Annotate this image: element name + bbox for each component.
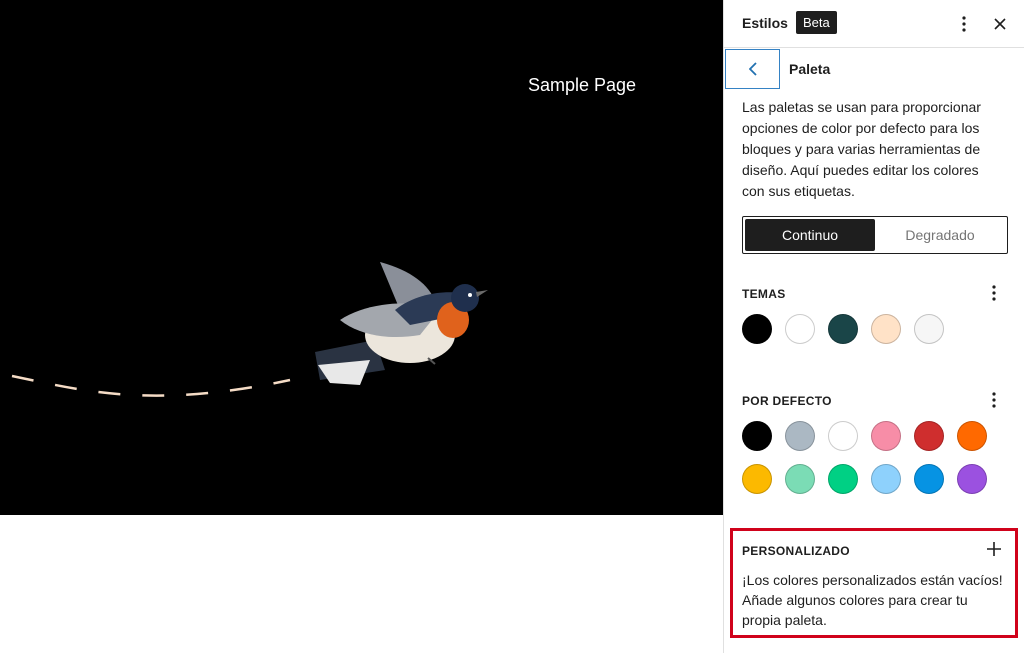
color-swatch[interactable]: [742, 314, 772, 344]
styles-sidebar: Estilos Beta Paleta Las paletas se usan …: [723, 0, 1024, 653]
color-swatch[interactable]: [871, 421, 901, 451]
color-swatch[interactable]: [871, 464, 901, 494]
sidebar-title: Estilos: [742, 15, 788, 31]
custom-section-label: PERSONALIZADO: [742, 544, 850, 558]
close-button[interactable]: [988, 12, 1012, 36]
more-vertical-icon: [962, 16, 966, 32]
nav-link-sample-page[interactable]: Sample Page: [528, 75, 636, 96]
panel-title: Paleta: [789, 61, 831, 77]
color-swatch[interactable]: [828, 464, 858, 494]
color-swatch[interactable]: [828, 421, 858, 451]
theme-section-label: TEMAS: [742, 287, 786, 301]
color-swatch[interactable]: [914, 421, 944, 451]
color-swatch[interactable]: [785, 464, 815, 494]
default-swatches: [742, 421, 987, 494]
color-swatch[interactable]: [742, 464, 772, 494]
theme-swatches: [742, 314, 987, 344]
close-icon: [994, 18, 1006, 30]
color-swatch[interactable]: [742, 421, 772, 451]
tab-solid[interactable]: Continuo: [745, 219, 875, 251]
color-swatch[interactable]: [914, 314, 944, 344]
default-options-button[interactable]: [982, 388, 1006, 412]
cover-block[interactable]: Sample Page: [0, 0, 723, 515]
custom-empty-message: ¡Los colores personalizados están vacíos…: [742, 572, 1003, 628]
more-options-button[interactable]: [952, 12, 976, 36]
theme-options-button[interactable]: [982, 281, 1006, 305]
beta-badge: Beta: [796, 11, 837, 34]
palette-type-toggle: Continuo Degradado: [742, 216, 1008, 254]
more-vertical-icon: [992, 285, 996, 301]
chevron-left-icon: [748, 62, 757, 76]
color-swatch[interactable]: [785, 314, 815, 344]
palette-description: Las paletas se usan para proporcionar op…: [742, 99, 981, 199]
plus-icon: [987, 542, 1001, 556]
add-custom-color-button[interactable]: [982, 537, 1006, 561]
color-swatch[interactable]: [957, 464, 987, 494]
default-section-label: POR DEFECTO: [742, 394, 832, 408]
color-swatch[interactable]: [871, 314, 901, 344]
color-swatch[interactable]: [914, 464, 944, 494]
editor-canvas: Sample Page: [0, 0, 723, 653]
bird-illustration: [11, 262, 488, 397]
sidebar-header: Estilos Beta: [724, 0, 1024, 48]
tab-gradient[interactable]: Degradado: [875, 219, 1005, 251]
color-swatch[interactable]: [785, 421, 815, 451]
color-swatch[interactable]: [828, 314, 858, 344]
back-button[interactable]: [725, 49, 780, 89]
color-swatch[interactable]: [957, 421, 987, 451]
more-vertical-icon: [992, 392, 996, 408]
